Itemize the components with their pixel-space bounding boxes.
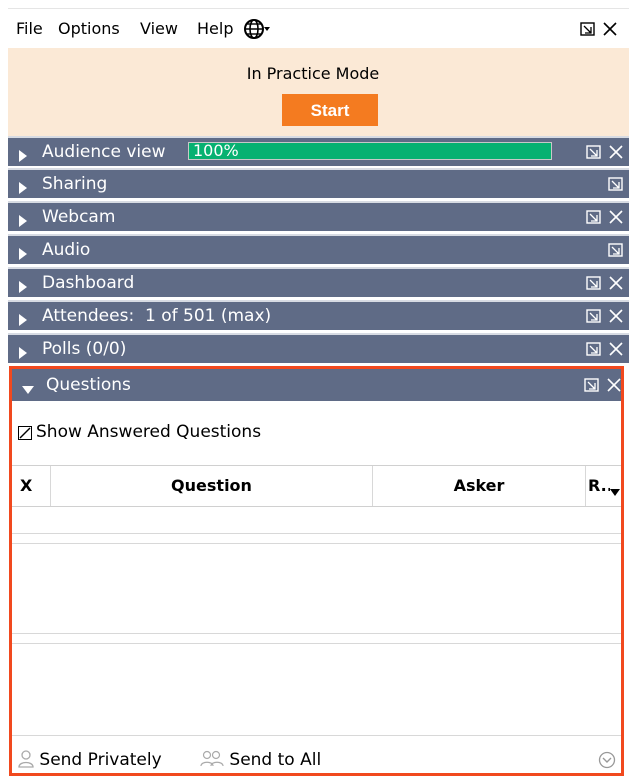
column-header-x[interactable]: X bbox=[20, 466, 50, 506]
checkbox-checked-icon[interactable] bbox=[18, 424, 32, 440]
close-icon[interactable] bbox=[606, 377, 622, 397]
show-answered-label: Show Answered Questions bbox=[36, 422, 262, 442]
panel-label: Polls (0/0) bbox=[42, 339, 127, 359]
send-privately-label: Send Privately bbox=[39, 750, 162, 770]
panel-sharing[interactable]: Sharing bbox=[8, 168, 629, 198]
start-button[interactable]: Start bbox=[282, 94, 378, 126]
send-to-all-label: Send to All bbox=[229, 750, 322, 770]
progress-fill bbox=[189, 143, 551, 159]
person-icon bbox=[18, 750, 34, 768]
expand-arrow-icon[interactable] bbox=[18, 179, 28, 198]
more-options-icon[interactable] bbox=[598, 751, 616, 775]
collapse-arrow-icon[interactable] bbox=[22, 380, 34, 399]
panel-audience-view[interactable]: Audience view 100% bbox=[8, 136, 629, 166]
panel-audio[interactable]: Audio bbox=[8, 234, 629, 264]
send-privately-button[interactable]: Send Privately bbox=[18, 749, 162, 771]
panel-label: Dashboard bbox=[42, 273, 135, 293]
column-header-r[interactable]: R... bbox=[588, 466, 610, 506]
expand-arrow-icon[interactable] bbox=[18, 147, 28, 166]
panel-questions[interactable]: Questions bbox=[12, 369, 621, 401]
expand-arrow-icon[interactable] bbox=[18, 278, 28, 297]
close-icon[interactable] bbox=[608, 144, 624, 164]
close-icon[interactable] bbox=[608, 275, 624, 295]
practice-mode-banner: In Practice Mode Start bbox=[8, 48, 629, 136]
restore-icon[interactable] bbox=[608, 242, 624, 262]
close-icon[interactable] bbox=[608, 209, 624, 229]
audience-view-progress: 100% bbox=[188, 141, 552, 160]
restore-icon[interactable] bbox=[584, 377, 600, 397]
practice-mode-label: In Practice Mode bbox=[246, 64, 380, 83]
sort-dropdown-icon[interactable] bbox=[610, 482, 620, 501]
panel-polls[interactable]: Polls (0/0) bbox=[8, 333, 629, 363]
restore-icon[interactable] bbox=[580, 21, 596, 41]
restore-icon[interactable] bbox=[586, 341, 602, 361]
restore-icon[interactable] bbox=[586, 209, 602, 229]
table-header: X Question Asker R... bbox=[12, 465, 621, 507]
restore-icon[interactable] bbox=[586, 275, 602, 295]
close-icon[interactable] bbox=[608, 341, 624, 361]
panel-label: Audio bbox=[42, 240, 91, 260]
panel-label: Attendees: 1 of 501 (max) bbox=[42, 306, 272, 326]
expand-arrow-icon[interactable] bbox=[18, 245, 28, 264]
expand-arrow-icon[interactable] bbox=[18, 212, 28, 231]
panel-attendees[interactable]: Attendees: 1 of 501 (max) bbox=[8, 300, 629, 330]
progress-text: 100% bbox=[193, 141, 239, 160]
panel-label: Sharing bbox=[42, 174, 108, 194]
panel-label: Audience view bbox=[42, 142, 166, 162]
panel-label: Webcam bbox=[42, 207, 116, 227]
panel-dashboard[interactable]: Dashboard bbox=[8, 267, 629, 297]
expand-arrow-icon[interactable] bbox=[18, 311, 28, 330]
close-icon[interactable] bbox=[602, 21, 618, 41]
close-icon[interactable] bbox=[608, 308, 624, 328]
people-icon bbox=[200, 750, 224, 767]
question-actions: Send Privately Send to All bbox=[12, 747, 621, 773]
restore-icon[interactable] bbox=[586, 308, 602, 328]
restore-icon[interactable] bbox=[608, 176, 624, 196]
restore-icon[interactable] bbox=[586, 144, 602, 164]
menu-help[interactable]: Help bbox=[197, 19, 233, 39]
column-header-question[interactable]: Question bbox=[51, 466, 372, 506]
menu-view[interactable]: View bbox=[140, 19, 178, 39]
send-to-all-button[interactable]: Send to All bbox=[200, 749, 321, 771]
menu-file[interactable]: File bbox=[16, 19, 43, 39]
panel-label: Questions bbox=[46, 375, 131, 395]
menu-options[interactable]: Options bbox=[58, 19, 120, 39]
questions-panel: Questions Show Answered Questions X Ques… bbox=[9, 366, 624, 776]
menu-bar: File Options View Help bbox=[8, 8, 629, 49]
expand-arrow-icon[interactable] bbox=[18, 344, 28, 363]
column-header-asker[interactable]: Asker bbox=[373, 466, 585, 506]
panel-webcam[interactable]: Webcam bbox=[8, 201, 629, 231]
globe-icon[interactable] bbox=[244, 17, 270, 41]
